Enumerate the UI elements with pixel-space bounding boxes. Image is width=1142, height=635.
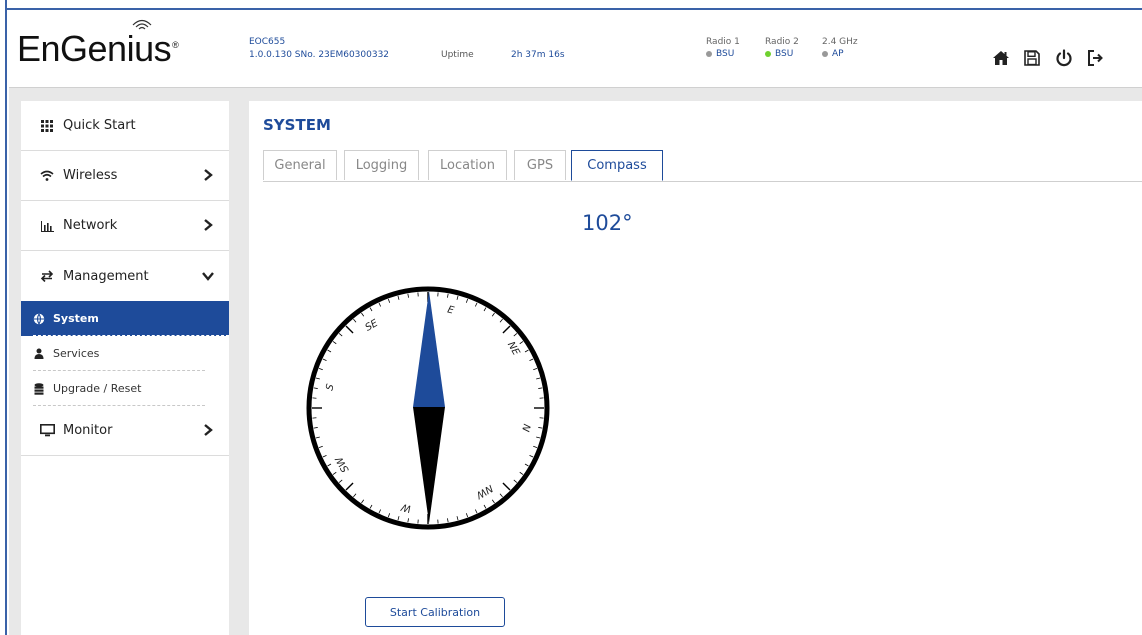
window-top-border — [0, 0, 1142, 10]
compass-dial: E NE N NW W SW S SE — [306, 286, 550, 530]
power-icon[interactable] — [1054, 48, 1074, 68]
radio-24ghz-label: 2.4 GHz — [822, 37, 858, 47]
device-firmware-serial: 1.0.0.130 SNo. 23EM60300332 — [249, 50, 390, 60]
bar-chart-icon — [39, 218, 55, 234]
radio-2-dot — [765, 50, 771, 57]
device-info: EOC655 1.0.0.130 SNo. 23EM60300332 — [249, 36, 389, 62]
sidebar-item-wireless[interactable]: Wireless — [21, 151, 229, 201]
radio-1-dot — [706, 50, 712, 57]
device-model: EOC655 — [249, 37, 286, 47]
tab-general[interactable]: General — [263, 150, 337, 180]
sidebar-item-label: Network — [63, 218, 118, 233]
sidebar-item-label: Monitor — [63, 423, 113, 438]
wifi-icon — [39, 168, 55, 184]
page-title: SYSTEM — [263, 116, 331, 134]
uptime-value: 2h 37m 16s — [511, 50, 565, 60]
heading-degree: 102° — [582, 211, 633, 235]
sidebar-item-label: Wireless — [63, 168, 118, 183]
save-icon[interactable] — [1022, 48, 1042, 68]
start-calibration-button[interactable]: Start Calibration — [365, 597, 505, 627]
sidebar-item-monitor[interactable]: Monitor — [21, 406, 229, 456]
content-panel: SYSTEM General Logging Location GPS Comp… — [249, 101, 1142, 635]
sidebar-item-quick-start[interactable]: Quick Start — [21, 101, 229, 151]
radio-2-mode: BSU — [775, 49, 794, 59]
header-bar: EnGenius® EOC655 1.0.0.130 SNo. 23EM6030… — [9, 10, 1142, 88]
transfer-icon — [39, 268, 55, 284]
logout-icon[interactable] — [1085, 48, 1105, 68]
tab-location[interactable]: Location — [428, 150, 507, 180]
sidebar-subitem-system[interactable]: System — [21, 301, 229, 336]
logo-wifi-icon — [132, 19, 152, 30]
sidebar-subitem-services[interactable]: Services — [21, 336, 229, 371]
database-icon — [33, 382, 45, 395]
tab-bar: General Logging Location GPS Compass — [263, 150, 1142, 182]
registered-mark: ® — [172, 40, 179, 50]
brand-logo-text: EnGenius — [17, 28, 172, 69]
radio-1-label: Radio 1 — [706, 37, 740, 47]
sidebar-item-label: Quick Start — [63, 118, 136, 133]
globe-icon — [33, 313, 45, 325]
chevron-down-icon — [202, 272, 214, 281]
radio-2-status: Radio 2 BSU — [765, 36, 799, 60]
sidebar-item-management[interactable]: Management — [21, 251, 229, 301]
sidebar-nav: Quick Start Wireless Network Management … — [21, 101, 229, 635]
home-icon[interactable] — [991, 48, 1011, 68]
tab-gps[interactable]: GPS — [514, 150, 566, 180]
radio-24ghz-mode: AP — [832, 49, 844, 59]
radio-24ghz-dot — [822, 50, 828, 57]
radio-1-mode: BSU — [716, 49, 735, 59]
sidebar-subitem-upgrade-reset[interactable]: Upgrade / Reset — [21, 371, 229, 406]
sidebar-item-network[interactable]: Network — [21, 201, 229, 251]
user-icon — [33, 348, 45, 360]
chevron-right-icon — [204, 169, 213, 181]
radio-1-status: Radio 1 BSU — [706, 36, 740, 60]
chevron-right-icon — [204, 219, 213, 231]
radio-24ghz-status: 2.4 GHz AP — [822, 36, 858, 60]
tab-compass[interactable]: Compass — [571, 150, 663, 181]
brand-logo[interactable]: EnGenius® — [17, 28, 179, 70]
sidebar-subitem-label: System — [53, 312, 99, 325]
uptime-label: Uptime — [441, 50, 474, 60]
window-left-border — [0, 0, 7, 635]
radio-2-label: Radio 2 — [765, 37, 799, 47]
chevron-right-icon — [204, 424, 213, 436]
sidebar-subitem-label: Upgrade / Reset — [53, 382, 142, 395]
sidebar-subitem-label: Services — [53, 347, 100, 360]
grid-icon — [39, 118, 55, 134]
monitor-icon — [39, 423, 55, 439]
tab-logging[interactable]: Logging — [344, 150, 419, 180]
sidebar-item-label: Management — [63, 268, 149, 284]
